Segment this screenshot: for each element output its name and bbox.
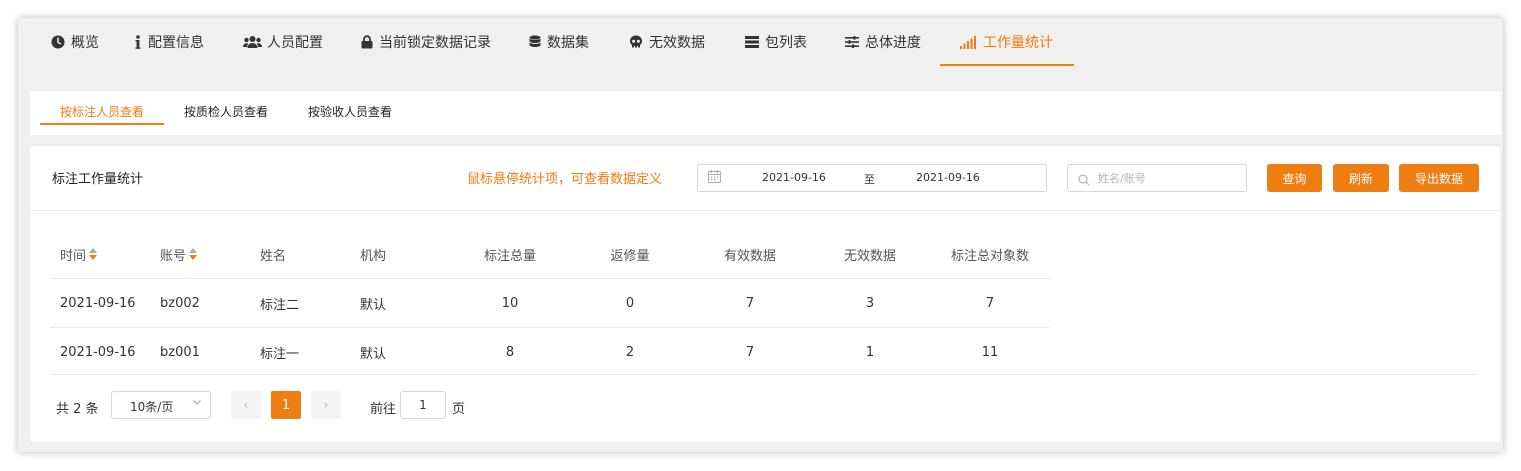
cell-total: 8 (505, 344, 515, 360)
goto-suffix: 页 (452, 402, 466, 417)
lock-icon (360, 34, 374, 50)
signal-bars-icon (960, 34, 978, 50)
clock-icon (50, 34, 66, 50)
users-icon (242, 34, 262, 50)
tab-label: 工作量统计 (983, 35, 1053, 51)
table-bottom-divider (50, 374, 1478, 375)
tab-invalid-data[interactable]: 无效数据 (628, 18, 705, 66)
cell-time: 2021-09-16 (60, 295, 136, 311)
cell-rework: 2 (625, 344, 635, 360)
cell-org: 默认 (360, 346, 387, 362)
goto-label: 前往 (370, 402, 397, 417)
hint-text: 鼠标悬停统计项，可查看数据定义 (467, 172, 663, 187)
tab-label: 当前锁定数据记录 (379, 35, 491, 51)
subtab-by-inspector[interactable]: 按质检人员查看 (184, 91, 268, 131)
refresh-button[interactable]: 刷新 (1333, 164, 1389, 192)
card-header: 标注工作量统计 鼠标悬停统计项，可查看数据定义 2021-09-16 至 202… (30, 146, 1500, 211)
goto-page-input[interactable]: 1 (400, 391, 446, 419)
cell-invalid: 3 (865, 295, 875, 311)
tab-config-info[interactable]: 配置信息 (133, 18, 204, 66)
col-valid[interactable]: 有效数据 (690, 230, 810, 278)
date-start[interactable]: 2021-09-16 (762, 171, 826, 184)
list-icon (744, 34, 760, 50)
cell-valid: 7 (745, 344, 755, 360)
col-rework[interactable]: 返修量 (570, 230, 690, 278)
col-total[interactable]: 标注总量 (450, 230, 570, 278)
app-frame: 概览 配置信息 人员配置 当前锁定数据记录 数据集 无效数据 包列表 总体进度 … (18, 18, 1503, 452)
date-separator: 至 (864, 173, 875, 186)
active-tab-underline (940, 64, 1074, 66)
calendar-icon (708, 170, 722, 184)
page-size-value: 10条/页 (130, 400, 174, 414)
stats-card: 标注工作量统计 鼠标悬停统计项，可查看数据定义 2021-09-16 至 202… (30, 146, 1500, 442)
sub-nav: 按标注人员查看 按质检人员查看 按验收人员查看 (30, 91, 1501, 135)
tab-label: 包列表 (765, 35, 807, 51)
tab-staff-config[interactable]: 人员配置 (242, 18, 323, 66)
cell-rework: 0 (625, 295, 635, 311)
cell-total-objects: 7 (985, 295, 995, 311)
cell-org: 默认 (360, 297, 387, 313)
cell-account: bz001 (160, 344, 200, 360)
tab-overall-progress[interactable]: 总体进度 (844, 18, 921, 66)
chevron-down-icon (192, 397, 202, 410)
cell-account: bz002 (160, 295, 200, 311)
cell-total: 10 (501, 295, 519, 311)
cell-valid: 7 (745, 295, 755, 311)
sort-icon[interactable] (89, 248, 98, 260)
tab-locked-records[interactable]: 当前锁定数据记录 (360, 18, 491, 66)
tab-dataset[interactable]: 数据集 (528, 18, 589, 66)
col-org: 机构 (360, 248, 387, 264)
total-count: 共 2 条 (56, 402, 99, 417)
subtab-by-annotator[interactable]: 按标注人员查看 (60, 91, 144, 131)
page-1-button[interactable]: 1 (271, 391, 301, 419)
tab-label: 人员配置 (267, 35, 323, 51)
col-name: 姓名 (260, 248, 287, 264)
prev-page-button[interactable]: ‹ (231, 391, 261, 419)
tab-workload-stats[interactable]: 工作量统计 (960, 18, 1053, 66)
col-account-label: 账号 (160, 248, 187, 264)
cell-name: 标注一 (260, 346, 300, 362)
table-header-row: 时间 账号 姓名 机构 标注总量 返修量 有效数据 无效数据 标注总对象数 (50, 230, 1050, 279)
date-range-picker[interactable]: 2021-09-16 至 2021-09-16 (697, 164, 1047, 192)
tab-package-list[interactable]: 包列表 (744, 18, 807, 66)
cell-invalid: 1 (865, 344, 875, 360)
pagination: 共 2 条 10条/页 ‹ 1 › 前往 1 页 (30, 390, 730, 422)
card-title: 标注工作量统计 (52, 172, 144, 187)
page-size-select[interactable]: 10条/页 (111, 391, 211, 419)
next-page-button[interactable]: › (311, 391, 341, 419)
subtab-by-acceptor[interactable]: 按验收人员查看 (308, 91, 392, 131)
search-input[interactable] (1096, 168, 1240, 188)
tab-label: 概览 (71, 35, 99, 51)
col-time[interactable]: 时间 (60, 230, 98, 278)
top-nav: 概览 配置信息 人员配置 当前锁定数据记录 数据集 无效数据 包列表 总体进度 … (18, 18, 1503, 90)
skull-icon (628, 34, 644, 50)
sliders-icon (844, 34, 860, 50)
search-icon (1078, 171, 1092, 186)
tab-overview[interactable]: 概览 (50, 18, 99, 66)
tab-label: 无效数据 (649, 35, 705, 51)
col-total-objects[interactable]: 标注总对象数 (930, 230, 1050, 278)
export-button[interactable]: 导出数据 (1399, 164, 1479, 192)
query-button[interactable]: 查询 (1267, 164, 1322, 192)
tab-label: 数据集 (547, 35, 589, 51)
search-box (1067, 164, 1247, 192)
table-row: 2021-09-16 bz002 标注二 默认 10 0 7 3 7 (50, 279, 1050, 328)
tab-label: 配置信息 (148, 35, 204, 51)
date-end[interactable]: 2021-09-16 (916, 171, 980, 184)
info-icon (133, 34, 143, 50)
cell-name: 标注二 (260, 297, 300, 313)
active-subtab-underline (40, 123, 164, 125)
table-row: 2021-09-16 bz001 标注一 默认 8 2 7 1 11 (50, 328, 1050, 376)
col-time-label: 时间 (60, 248, 87, 264)
cell-time: 2021-09-16 (60, 344, 136, 360)
database-icon (528, 34, 542, 50)
cell-total-objects: 11 (981, 344, 999, 360)
sort-icon[interactable] (189, 248, 198, 260)
col-account[interactable]: 账号 (160, 230, 198, 278)
col-invalid[interactable]: 无效数据 (810, 230, 930, 278)
tab-label: 总体进度 (865, 35, 921, 51)
workload-table: 时间 账号 姓名 机构 标注总量 返修量 有效数据 无效数据 标注总对象数 20… (50, 230, 1050, 376)
